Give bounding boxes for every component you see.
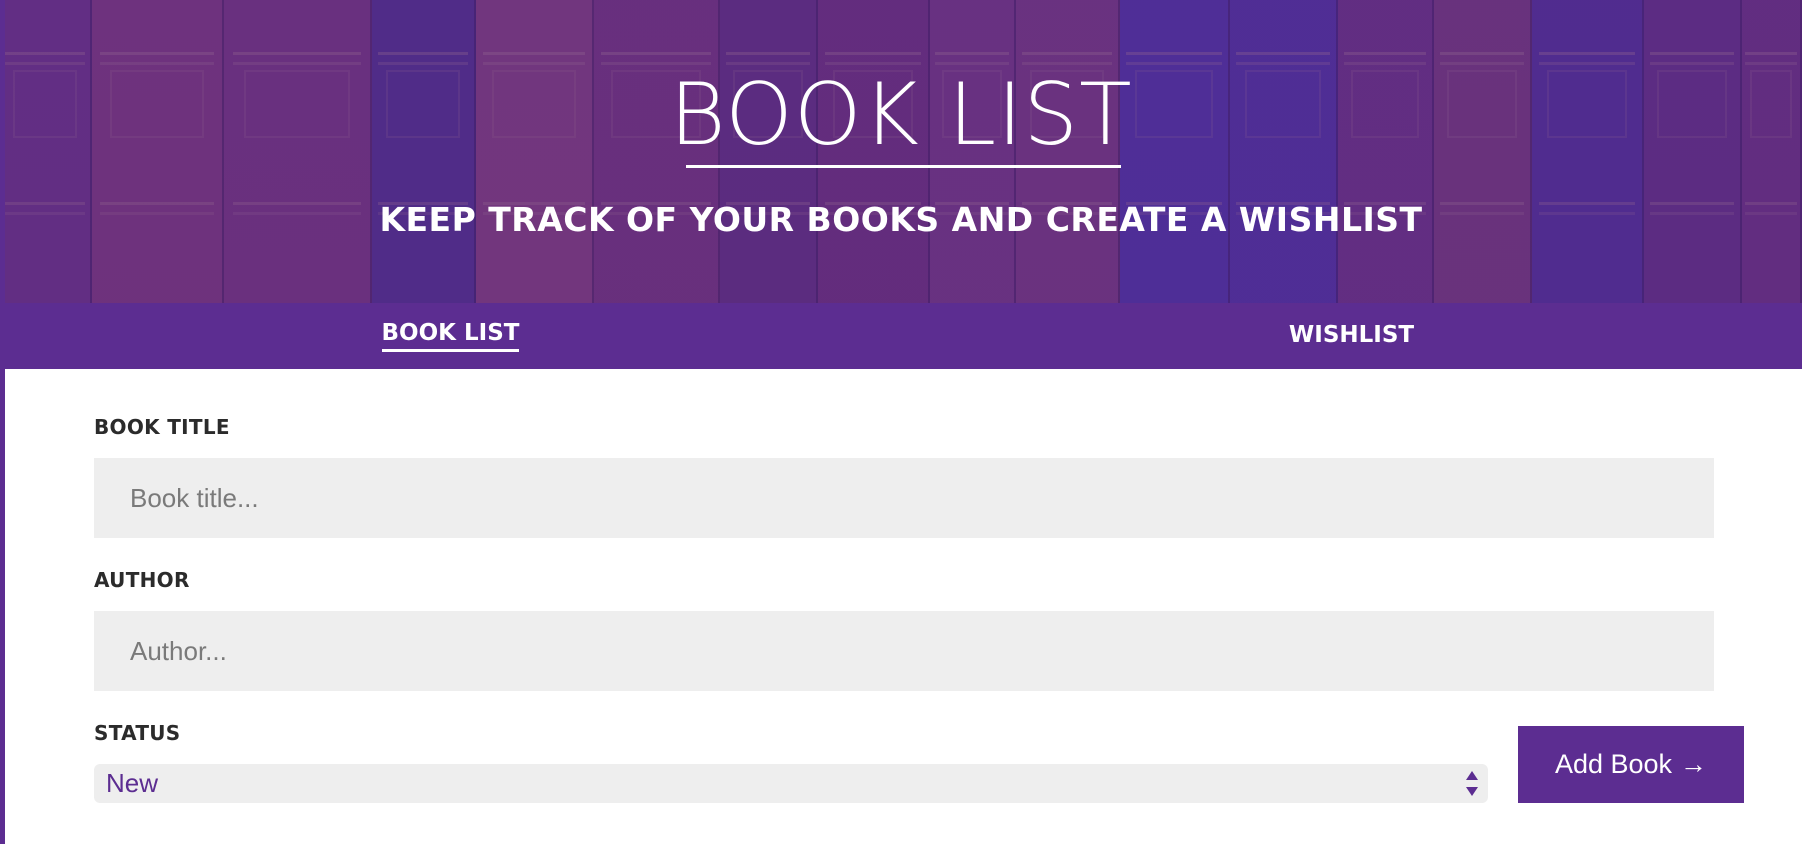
status-label: STATUS xyxy=(94,721,181,745)
arrow-right-icon: → xyxy=(1680,749,1708,779)
tab-label: BOOK LIST xyxy=(381,320,520,352)
book-title-input[interactable] xyxy=(94,458,1714,538)
status-select[interactable]: New xyxy=(94,764,1488,803)
tab-book-list[interactable]: BOOK LIST xyxy=(0,303,901,369)
author-input[interactable] xyxy=(94,611,1714,691)
author-label: AUTHOR xyxy=(94,568,190,592)
title-underline xyxy=(686,165,1121,168)
select-updown-arrows-icon xyxy=(1466,771,1478,796)
tab-wishlist[interactable]: WISHLIST xyxy=(901,303,1802,369)
add-book-label: Add Book xyxy=(1554,749,1673,779)
status-selected-value: New xyxy=(106,768,159,798)
main-nav: BOOK LIST WISHLIST xyxy=(0,303,1802,369)
tab-label: WISHLIST xyxy=(1288,321,1415,348)
page-title: BOOK LIST xyxy=(669,65,1133,165)
left-accent-bar xyxy=(0,0,5,844)
page-subtitle: KEEP TRACK OF YOUR BOOKS AND CREATE A WI… xyxy=(379,200,1423,239)
book-title-label: BOOK TITLE xyxy=(94,415,230,439)
add-book-button[interactable]: Add Book → xyxy=(1518,726,1744,803)
hero-banner: BOOK LIST KEEP TRACK OF YOUR BOOKS AND C… xyxy=(0,0,1802,303)
